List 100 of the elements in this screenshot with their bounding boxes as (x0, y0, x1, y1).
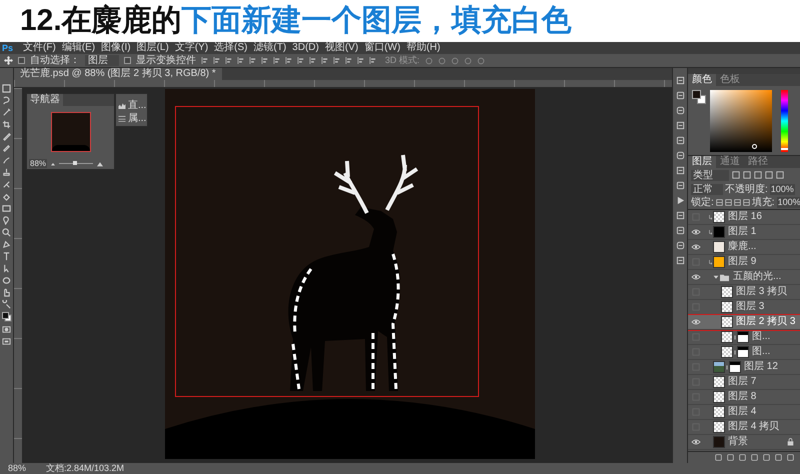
zoom-in-icon[interactable] (96, 160, 104, 166)
layer-row[interactable]: 图层 4 拷贝 (688, 420, 800, 435)
color-picker-ring[interactable] (752, 144, 757, 149)
menu-item[interactable]: 视图(V) (324, 43, 358, 53)
eye-icon[interactable] (690, 438, 702, 446)
eyedropper-icon[interactable] (2, 144, 11, 153)
panel-label[interactable]: 直... (128, 100, 146, 111)
color-field[interactable] (710, 90, 772, 152)
layer-row[interactable]: 图层 12 (688, 360, 800, 375)
checkbox[interactable] (18, 57, 25, 64)
fill-field[interactable]: 100% (776, 197, 800, 208)
hue-slider-thumb[interactable] (781, 148, 788, 150)
align-icon[interactable] (225, 57, 232, 64)
show-transform-label: 显示变换控件 (136, 56, 196, 66)
histogram-icon[interactable] (118, 102, 126, 109)
path-selection-icon[interactable] (2, 264, 11, 273)
panel-tab[interactable]: 通道 (716, 156, 744, 168)
heading-text: 12.在麋鹿的 (20, 6, 182, 36)
lock-label: 锁定: (691, 196, 714, 210)
opacity-field[interactable]: 100% (770, 184, 795, 194)
layer-row[interactable]: 五颜的光... (688, 270, 800, 285)
align-icon[interactable] (345, 57, 352, 64)
zoom-out-icon[interactable] (50, 161, 56, 166)
menu-item[interactable]: 3D(D) (292, 43, 319, 53)
menu-item[interactable]: 图层(L) (136, 43, 169, 53)
layer-name: 图层 1 (728, 227, 756, 237)
layer-row[interactable]: 图层 9 (688, 255, 800, 270)
align-icon[interactable] (285, 57, 292, 64)
layer-row[interactable]: 图... (688, 330, 800, 345)
layer-name: 图层 3 (736, 302, 764, 312)
panel-tab[interactable]: 色板 (716, 74, 744, 86)
layer-name: 背景 (728, 437, 748, 447)
menu-item[interactable]: 文件(F) (23, 43, 56, 53)
align-icon[interactable] (321, 57, 328, 64)
layer-row[interactable]: 背景 (688, 435, 800, 450)
align-icon[interactable] (309, 57, 316, 64)
type-tool-icon[interactable] (2, 252, 11, 261)
quick-mask-icon[interactable] (2, 325, 11, 334)
layer-row[interactable]: 图... (688, 345, 800, 360)
panel-tab[interactable]: 图层 (688, 156, 716, 168)
heading-highlight: 下面新建一个图层，填充白色 (182, 6, 572, 36)
foreground-swatch[interactable] (692, 90, 701, 99)
hue-slider[interactable] (781, 90, 788, 152)
align-icon[interactable] (297, 57, 304, 64)
layer-row[interactable]: 图层 2 拷贝 3 (688, 315, 800, 330)
menu-item[interactable]: 编辑(E) (62, 43, 96, 53)
eye-icon[interactable] (690, 318, 702, 326)
fill-label: 填充: (752, 196, 775, 210)
play-icon[interactable] (676, 196, 684, 205)
zoom-field[interactable]: 88% (29, 159, 48, 168)
blend-mode-dropdown[interactable]: 正常 (691, 184, 723, 194)
align-icon[interactable] (261, 57, 268, 64)
caret-icon[interactable] (713, 274, 719, 280)
properties-icon[interactable] (118, 115, 126, 122)
align-icon[interactable] (273, 57, 280, 64)
color-swatches-icon[interactable] (2, 312, 12, 322)
layer-row[interactable]: 图层 4 (688, 405, 800, 420)
pen-icon[interactable] (2, 240, 11, 249)
brush-icon[interactable] (2, 156, 11, 165)
menu-item[interactable]: 滤镜(T) (254, 43, 286, 53)
menu-item[interactable]: 帮助(H) (406, 43, 440, 53)
eye-icon[interactable] (690, 273, 702, 281)
layer-row[interactable]: 图层 7 (688, 375, 800, 390)
align-icon[interactable] (333, 57, 340, 64)
app-logo[interactable]: Ps (2, 44, 14, 52)
align-icon[interactable] (213, 57, 220, 64)
panel-tab[interactable]: 导航器 (27, 94, 63, 106)
layer-row[interactable]: 图层 3 拷贝 (688, 285, 800, 300)
menu-item[interactable]: 窗口(W) (364, 43, 400, 53)
blur-icon[interactable] (2, 216, 11, 225)
stamp-icon[interactable] (2, 168, 11, 177)
layer-row[interactable]: 图层 8 (688, 390, 800, 405)
layer-filter-dropdown[interactable]: 类型 (691, 170, 729, 180)
layer-row[interactable]: 麋鹿... (688, 240, 800, 255)
layer-name: 五颜的光... (733, 272, 782, 282)
align-icon[interactable] (369, 57, 376, 64)
eye-icon[interactable] (690, 228, 702, 236)
align-icon[interactable] (249, 57, 256, 64)
target-dropdown[interactable]: 图层 (85, 55, 119, 66)
panel-label[interactable]: 属... (128, 113, 146, 124)
menu-item[interactable]: 文字(Y) (174, 43, 208, 53)
eye-icon[interactable] (690, 243, 702, 251)
align-icon[interactable] (357, 57, 364, 64)
link-icon (733, 334, 737, 340)
panel-tab[interactable]: 颜色 (688, 74, 716, 86)
layer-row[interactable]: 图层 1 (688, 225, 800, 240)
layer-row[interactable]: 图层 16 (688, 210, 800, 225)
layer-name: 图层 4 (728, 407, 756, 417)
slider-thumb[interactable] (72, 161, 77, 165)
menu-item[interactable]: 图像(I) (101, 43, 131, 53)
align-icon[interactable] (237, 57, 244, 64)
checkbox[interactable] (124, 57, 131, 64)
document-tab[interactable]: 光芒鹿.psd @ 88% (图层 2 拷贝 3, RGB/8) * (14, 68, 222, 80)
zoom-level[interactable]: 88% (8, 464, 26, 473)
layer-name: 图层 8 (728, 392, 756, 402)
screen-mode-icon[interactable] (2, 337, 11, 346)
menu-item[interactable]: 选择(S) (214, 43, 248, 53)
align-icon[interactable] (201, 57, 208, 64)
panel-tab[interactable]: 路径 (744, 156, 772, 168)
layer-name: 图层 2 拷贝 3 (736, 317, 796, 327)
